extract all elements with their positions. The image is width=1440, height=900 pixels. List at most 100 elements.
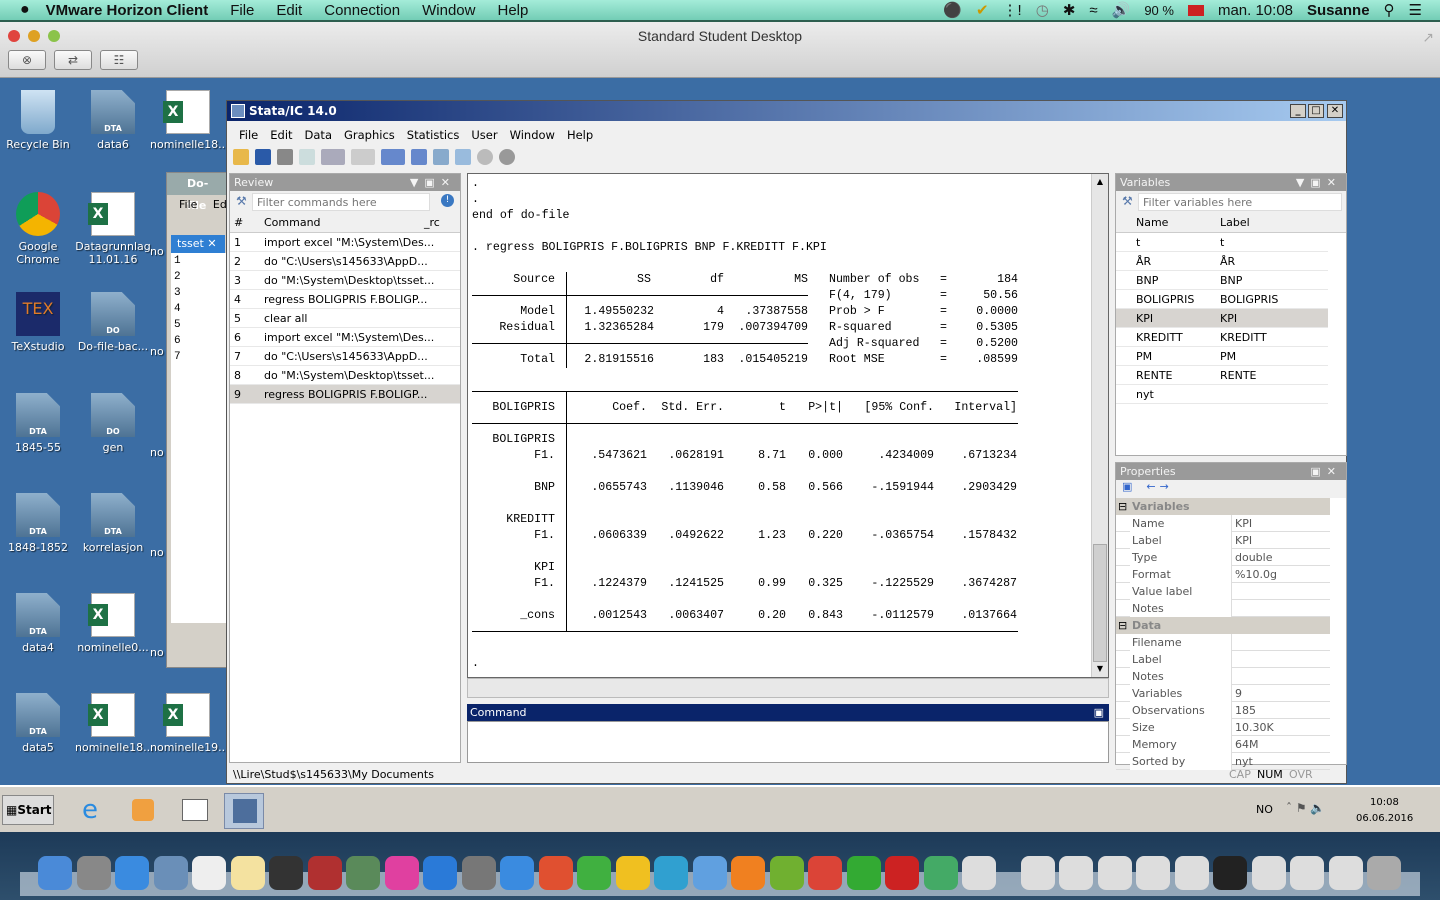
property-row[interactable]: Value label: [1116, 583, 1330, 600]
col-command[interactable]: Command: [264, 213, 321, 233]
dock-app-icon[interactable]: [192, 856, 226, 890]
pin-icon[interactable]: ▣: [1094, 704, 1104, 721]
results-window[interactable]: .. end of do-file . regress BOLIGPRIS F.BO…: [467, 173, 1109, 678]
dofile-editor[interactable]: 1 2 3 4 5 6 7: [171, 253, 227, 623]
notification-icon[interactable]: ☰: [1409, 1, 1422, 19]
open-icon[interactable]: [233, 149, 249, 165]
usb-button[interactable]: ⇄: [54, 50, 92, 70]
command-input[interactable]: [467, 721, 1109, 763]
dock-app-icon[interactable]: [1020, 856, 1055, 890]
variable-row[interactable]: BOLIGPRIS BOLIGPRIS: [1116, 290, 1328, 309]
dock-app-icon[interactable]: [1290, 856, 1324, 890]
desktop-icon[interactable]: DTA korrelasjon: [75, 493, 151, 554]
taskbar-date[interactable]: 06.06.2016: [1356, 813, 1413, 824]
results-scrollbar[interactable]: ▲ ▼: [1091, 174, 1108, 677]
property-row[interactable]: Memory 64M: [1116, 736, 1330, 753]
dock-app-icon[interactable]: [923, 856, 958, 890]
media-player-icon[interactable]: [132, 799, 154, 821]
property-row[interactable]: Label: [1116, 651, 1330, 668]
dock-app-icon[interactable]: [346, 856, 380, 890]
dock-app-icon[interactable]: [1328, 856, 1363, 890]
variable-row[interactable]: tt: [1116, 233, 1328, 252]
property-row[interactable]: Label KPI: [1116, 532, 1330, 549]
property-row[interactable]: Format %10.0g: [1116, 566, 1330, 583]
properties-section[interactable]: ⊟ Variables: [1116, 498, 1330, 515]
norton-icon[interactable]: ✔: [976, 1, 989, 19]
variable-row[interactable]: nyt: [1116, 385, 1328, 404]
close-button[interactable]: ✕: [1327, 104, 1343, 118]
spotlight-icon[interactable]: ⚲: [1384, 1, 1395, 19]
dock-app-icon[interactable]: [1059, 856, 1093, 890]
tray-icons[interactable]: ˆ ⚑ 🔈: [1286, 801, 1325, 815]
dock-app-icon[interactable]: [1213, 856, 1247, 890]
start-button[interactable]: ▦Start: [2, 795, 54, 825]
stata-taskbar-icon[interactable]: [224, 793, 264, 829]
app-name-menu[interactable]: VMware Horizon Client: [46, 2, 209, 19]
menu-help[interactable]: Help: [497, 2, 528, 19]
desktop-icon[interactable]: DTA data4: [0, 593, 76, 654]
volume-icon[interactable]: 🔊: [1112, 1, 1131, 19]
forward-arrow-icon[interactable]: →: [1160, 480, 1169, 493]
menu-connection[interactable]: Connection: [324, 2, 400, 19]
panel-controls[interactable]: ▼▣✕: [410, 174, 456, 191]
dock-app-icon[interactable]: [38, 856, 72, 890]
lock-icon[interactable]: ▣: [1122, 480, 1132, 493]
results-horizontal-scrollbar[interactable]: [467, 678, 1109, 698]
dock-app-icon[interactable]: [153, 856, 188, 890]
dock-app-icon[interactable]: [1367, 856, 1401, 890]
desktop-icon[interactable]: nominelle19...: [150, 693, 229, 754]
review-item[interactable]: 1 import excel "M:\System\Des...: [230, 233, 460, 252]
review-item[interactable]: 6 import excel "M:\System\Des...: [230, 328, 460, 347]
menu-window[interactable]: Window: [504, 123, 561, 145]
viewer-icon[interactable]: [321, 149, 345, 165]
dock-app-icon[interactable]: [307, 856, 342, 890]
wrench-icon[interactable]: ⚒: [236, 194, 247, 208]
dock-app-icon[interactable]: [538, 856, 573, 890]
property-row[interactable]: Observations 185: [1116, 702, 1330, 719]
graph-icon[interactable]: [351, 149, 375, 165]
variable-row[interactable]: KPI KPI: [1116, 309, 1328, 328]
dock-app-icon[interactable]: [1174, 856, 1209, 890]
clock[interactable]: man. 10:08: [1218, 2, 1293, 19]
menu-help[interactable]: Help: [561, 123, 599, 145]
language-indicator[interactable]: NO: [1256, 803, 1273, 816]
review-item[interactable]: 7 do "C:\Users\s145633\AppD...: [230, 347, 460, 366]
panel-controls[interactable]: ▼▣✕: [1296, 174, 1342, 191]
desktop-icon[interactable]: nominelle18...: [150, 90, 229, 151]
menu-data[interactable]: Data: [299, 123, 338, 145]
property-row[interactable]: Size 10.30K: [1116, 719, 1330, 736]
dock-app-icon[interactable]: [769, 856, 804, 890]
print-icon[interactable]: [277, 149, 293, 165]
variable-row[interactable]: BNP BNP: [1116, 271, 1328, 290]
col-label[interactable]: Label: [1220, 213, 1250, 233]
collapse-icon[interactable]: ⊟: [1118, 617, 1127, 634]
menu-file[interactable]: File: [230, 2, 254, 19]
desktop-icon[interactable]: DTA data5: [0, 693, 76, 754]
property-row[interactable]: Notes: [1116, 668, 1330, 685]
dock-app-icon[interactable]: [731, 856, 765, 890]
menu-edit[interactable]: Edit: [264, 123, 298, 145]
dock-app-icon[interactable]: [615, 856, 650, 890]
variables-filter-input[interactable]: [1138, 193, 1342, 211]
dock-app-icon[interactable]: [461, 856, 496, 890]
battery-text[interactable]: 90 %: [1144, 3, 1174, 18]
menu-graphics[interactable]: Graphics: [338, 123, 401, 145]
dock-app-icon[interactable]: [269, 856, 303, 890]
desktop-icon[interactable]: Google Chrome: [0, 192, 76, 266]
explorer-icon[interactable]: [182, 799, 208, 821]
variables-manager-icon[interactable]: [455, 149, 471, 165]
desktop-icon[interactable]: Recycle Bin: [0, 90, 76, 151]
maximize-button[interactable]: □: [1308, 104, 1324, 118]
property-row[interactable]: Filename: [1116, 634, 1330, 651]
bluetooth-icon[interactable]: ✱: [1063, 1, 1076, 19]
review-item[interactable]: 3 do "M:\System\Desktop\tsset...: [230, 271, 460, 290]
desktop-icon[interactable]: DO gen: [75, 393, 151, 454]
dofile-editor-window[interactable]: Do-file File Edi tsset ✕ 1234567: [166, 172, 230, 668]
dock-app-icon[interactable]: [230, 856, 265, 890]
desktop-icon[interactable]: DTA 1848-1852: [0, 493, 76, 554]
disconnect-button[interactable]: ⊗: [8, 50, 46, 70]
do-file-editor-icon[interactable]: [381, 149, 405, 165]
data-browser-icon[interactable]: [433, 149, 449, 165]
col-rc[interactable]: _rc: [424, 213, 440, 233]
variable-row[interactable]: KREDITT KREDITT: [1116, 328, 1328, 347]
